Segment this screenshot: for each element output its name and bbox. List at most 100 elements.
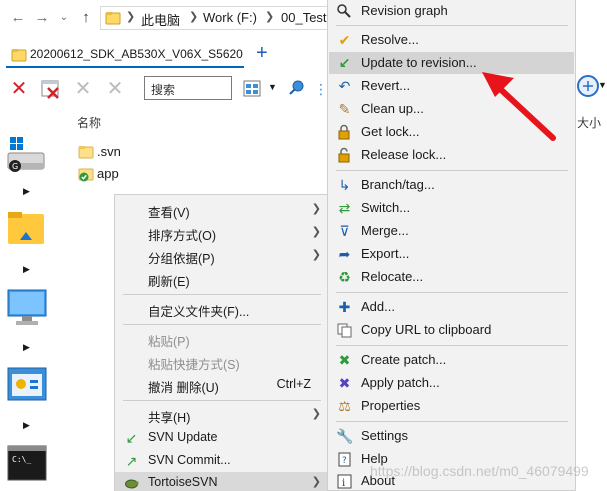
folder-icon: [105, 12, 121, 25]
menu-item-apply-patch[interactable]: ✖ Apply patch...: [329, 372, 574, 394]
column-header-name[interactable]: 名称: [77, 114, 101, 131]
menu-separator: [336, 345, 568, 346]
folder-nav-icon[interactable]: [6, 210, 48, 250]
create-patch-icon: ✖: [338, 352, 351, 368]
new-tab-button[interactable]: +: [256, 43, 268, 63]
menu-item-label: 刷新(E): [148, 275, 190, 289]
cut-disabled-icon[interactable]: ✕: [72, 78, 94, 100]
menu-item-sort[interactable]: 排序方式(O) ❯: [115, 222, 329, 244]
file-name: .svn: [97, 144, 121, 159]
menu-item-group[interactable]: 分组依据(P) ❯: [115, 245, 329, 267]
submenu-arrow-icon: ❯: [311, 249, 321, 261]
menu-item-tortoisesvn[interactable]: TortoiseSVN ❯: [115, 472, 329, 491]
view-options-icon[interactable]: [242, 78, 264, 100]
folder-icon: [78, 146, 94, 159]
menu-item-settings[interactable]: 🔧 Settings: [329, 425, 574, 447]
menu-item-svn-update[interactable]: ↙ SVN Update: [115, 427, 329, 449]
resolve-icon: ✔: [338, 32, 351, 48]
menu-item-create-patch[interactable]: ✖ Create patch...: [329, 349, 574, 371]
svg-text:G: G: [12, 162, 18, 171]
svg-text:C:\_: C:\_: [12, 455, 31, 464]
delete-window-icon[interactable]: [40, 78, 62, 100]
update-revision-icon: ↙: [338, 55, 351, 71]
menu-item-svn-commit[interactable]: ↗ SVN Commit...: [115, 450, 329, 472]
menu-item-revert[interactable]: ↶ Revert...: [329, 75, 574, 97]
menu-item-refresh[interactable]: 刷新(E): [115, 268, 329, 290]
menu-item-label: SVN Commit...: [148, 453, 231, 467]
menu-item-view[interactable]: 查看(V) ❯: [115, 199, 329, 221]
search-placeholder: 搜索: [151, 83, 176, 97]
watermark-text: https://blog.csdn.net/m0_46079499: [370, 463, 589, 479]
menu-item-undo-delete[interactable]: 撤消 删除(U) Ctrl+Z: [115, 374, 329, 396]
menu-item-export[interactable]: ➦ Export...: [329, 243, 574, 265]
menu-separator: [123, 324, 321, 325]
menu-separator: [336, 292, 568, 293]
view-dropdown-arrow-icon[interactable]: ▼: [268, 82, 277, 92]
forward-arrow-icon[interactable]: →: [34, 9, 50, 27]
menu-item-update-to-revision[interactable]: ↙ Update to revision...: [329, 52, 574, 74]
expand-chevron-icon[interactable]: ▶: [23, 186, 30, 197]
submenu-arrow-icon: ❯: [311, 476, 321, 488]
menu-item-shortcut: Ctrl+Z: [276, 377, 311, 391]
help-icon[interactable]: ▼: [576, 70, 607, 110]
menu-item-add[interactable]: ✚ Add...: [329, 296, 574, 318]
menu-item-label: 查看(V): [148, 206, 190, 220]
menu-item-label: 排序方式(O): [148, 229, 217, 243]
control-panel-icon[interactable]: [6, 366, 48, 406]
menu-item-release-lock[interactable]: Release lock...: [329, 144, 574, 166]
menu-item-properties[interactable]: ⚖ Properties: [329, 395, 574, 417]
menu-item-relocate[interactable]: ♻ Relocate...: [329, 266, 574, 288]
folder-svn-ok-icon: [78, 168, 94, 182]
unlock-icon: [336, 147, 353, 164]
breadcrumb[interactable]: ❯ 此电脑 ❯ Work (F:) ❯ 00_Test: [100, 6, 340, 30]
tools-disabled-icon[interactable]: ✕: [104, 78, 126, 100]
breadcrumb-item-drive[interactable]: Work (F:): [203, 10, 257, 25]
expand-chevron-icon[interactable]: ▶: [23, 342, 30, 353]
submenu-arrow-icon: ❯: [311, 226, 321, 238]
menu-item-label: Copy URL to clipboard: [361, 322, 492, 337]
lock-icon: [336, 124, 353, 141]
menu-item-merge[interactable]: ⊽ Merge...: [329, 220, 574, 242]
svn-update-icon: ↙: [125, 430, 138, 446]
back-arrow-icon[interactable]: ←: [10, 9, 26, 27]
menu-item-branch-tag[interactable]: ↳ Branch/tag...: [329, 174, 574, 196]
menu-item-share[interactable]: 共享(H) ❯: [115, 404, 329, 426]
menu-item-revision-graph[interactable]: Revision graph: [329, 0, 574, 22]
expand-chevron-icon[interactable]: ▶: [23, 264, 30, 275]
menu-item-label: 分组依据(P): [148, 252, 215, 266]
tab-current-folder[interactable]: 20200612_SDK_AB530X_V06X_S5620: [6, 42, 244, 68]
add-icon: ✚: [338, 299, 351, 315]
menu-item-get-lock[interactable]: Get lock...: [329, 121, 574, 143]
menu-item-label: Resolve...: [361, 32, 419, 47]
menu-item-label: 粘贴快捷方式(S): [148, 358, 240, 372]
menu-item-clean-up[interactable]: ✎ Clean up...: [329, 98, 574, 120]
menu-item-label: Clean up...: [361, 101, 424, 116]
pin-icon[interactable]: [284, 78, 306, 100]
menu-separator: [123, 294, 321, 295]
up-arrow-icon[interactable]: ↑: [78, 9, 94, 27]
dropdown-chevron-icon[interactable]: ⌄: [56, 9, 72, 27]
drive-icon[interactable]: G: [6, 137, 48, 177]
submenu-arrow-icon: ❯: [311, 408, 321, 420]
menu-item-customize-folder[interactable]: 自定义文件夹(F)...: [115, 298, 329, 320]
menu-item-label: Create patch...: [361, 352, 447, 367]
breadcrumb-item-this-pc[interactable]: 此电脑: [141, 10, 180, 29]
menu-item-label: Update to revision...: [361, 55, 477, 70]
delete-icon[interactable]: ✕: [8, 78, 30, 100]
terminal-icon[interactable]: C:\_: [6, 444, 48, 484]
menu-item-paste-shortcut[interactable]: 粘贴快捷方式(S): [115, 351, 329, 373]
breadcrumb-item-folder[interactable]: 00_Test: [281, 10, 327, 25]
menu-item-copy-url[interactable]: Copy URL to clipboard: [329, 319, 574, 341]
expand-chevron-icon[interactable]: ▶: [23, 420, 30, 431]
computer-icon[interactable]: [6, 288, 48, 328]
menu-item-label: Merge...: [361, 223, 409, 238]
menu-item-paste[interactable]: 粘贴(P): [115, 328, 329, 350]
switch-icon: ⇄: [338, 200, 351, 216]
menu-item-resolve[interactable]: ✔ Resolve...: [329, 29, 574, 51]
search-input[interactable]: 搜索: [144, 76, 232, 100]
menu-item-label: Apply patch...: [361, 375, 440, 390]
menu-item-switch[interactable]: ⇄ Switch...: [329, 197, 574, 219]
column-header-size[interactable]: 大小: [577, 114, 601, 131]
relocate-icon: ♻: [338, 269, 351, 285]
menu-item-label: SVN Update: [148, 430, 218, 444]
